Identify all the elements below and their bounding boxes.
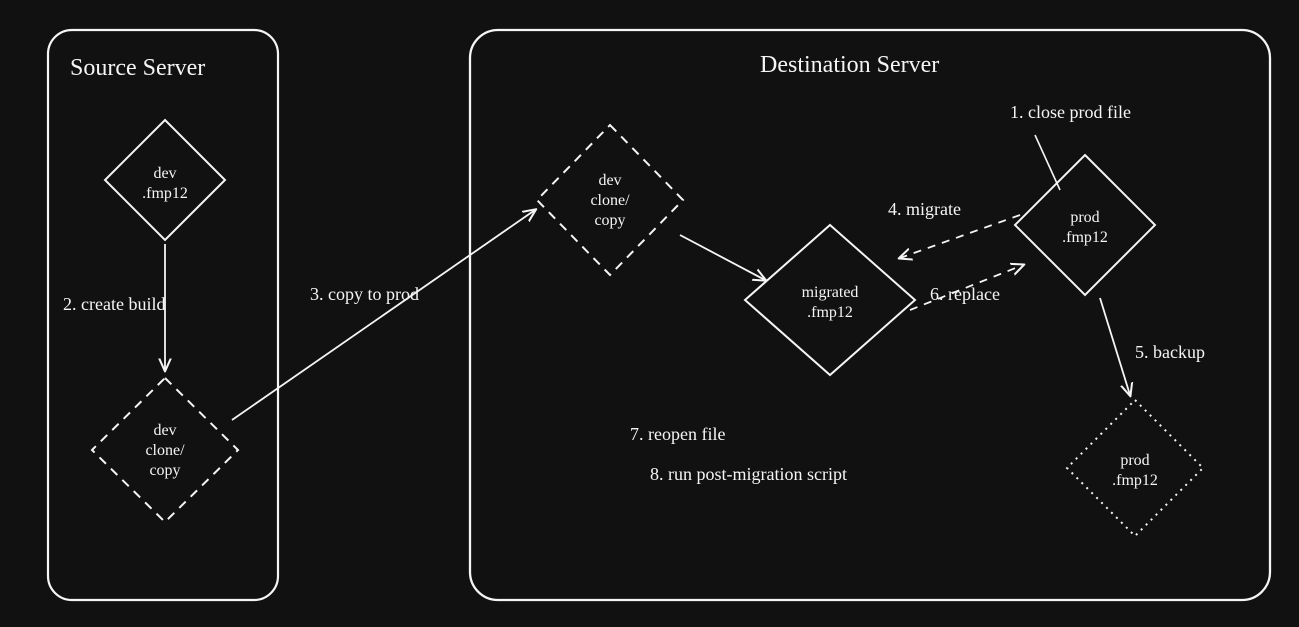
arrow-migrate (900, 215, 1020, 258)
source-server-title: Source Server (70, 55, 205, 81)
node-source-dev-clone-l2: clone/ (145, 442, 185, 459)
step-5-label: 5. backup (1135, 342, 1205, 362)
node-source-dev-line1: dev (153, 165, 176, 182)
step-4-label: 4. migrate (888, 199, 961, 219)
step-7-label: 7. reopen file (630, 424, 725, 444)
node-source-dev-clone-l3: copy (149, 462, 180, 479)
step-6-label: 6. replace (930, 284, 1000, 304)
step-2-label: 2. create build (63, 294, 165, 314)
node-source-dev-clone-l1: dev (153, 422, 176, 439)
step-8-label: 8. run post-migration script (650, 464, 847, 484)
node-prod-l1: prod (1070, 209, 1099, 226)
node-prod-backup-l1: prod (1120, 452, 1149, 469)
node-dest-dev-clone: dev clone/ copy (537, 125, 683, 275)
node-source-dev: dev .fmp12 (105, 120, 225, 240)
arrow-backup (1100, 298, 1130, 395)
line-step1 (1035, 135, 1060, 190)
destination-server-box: Destination Server dev clone/ copy migra… (470, 30, 1270, 600)
node-prod-backup: prod .fmp12 (1067, 400, 1203, 536)
node-migrated-l1: migrated (802, 284, 859, 301)
node-migrated: migrated .fmp12 (745, 225, 915, 375)
node-source-dev-clone: dev clone/ copy (92, 378, 238, 522)
node-prod: prod .fmp12 (1015, 155, 1155, 295)
source-server-box: Source Server dev .fmp12 2. create build… (48, 30, 278, 600)
node-dest-dev-clone-l3: copy (594, 212, 625, 229)
destination-server-title: Destination Server (760, 52, 939, 78)
node-prod-l2: .fmp12 (1062, 229, 1108, 246)
arrow-clone-to-migrated (680, 235, 765, 280)
node-dest-dev-clone-l1: dev (598, 172, 621, 189)
step-1-label: 1. close prod file (1010, 102, 1131, 122)
node-source-dev-line2: .fmp12 (142, 185, 188, 202)
node-migrated-l2: .fmp12 (807, 304, 853, 321)
node-prod-backup-l2: .fmp12 (1112, 472, 1158, 489)
step-3-label: 3. copy to prod (310, 284, 419, 304)
node-dest-dev-clone-l2: clone/ (590, 192, 630, 209)
